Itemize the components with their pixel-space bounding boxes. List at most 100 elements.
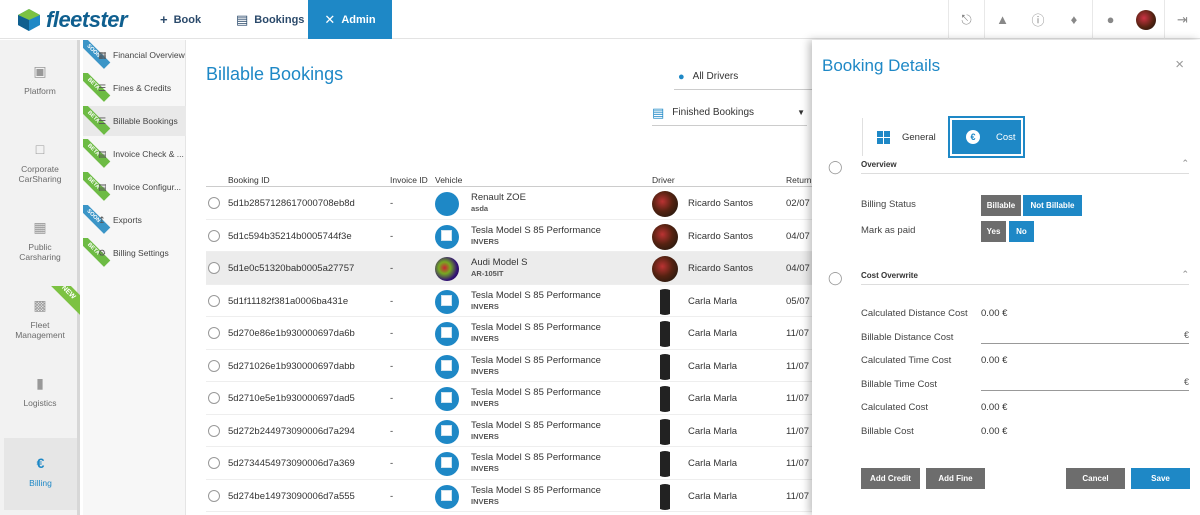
- col-booking-id[interactable]: Booking ID: [228, 175, 270, 185]
- driver-avatar: [652, 321, 678, 347]
- add-fine-button[interactable]: Add Fine: [926, 468, 985, 489]
- subnav-label: Financial Overview: [113, 50, 185, 60]
- billing-subnav: SOON ▦ Financial Overview BETA ☰ Fines &…: [83, 40, 186, 515]
- row-select-radio[interactable]: [208, 457, 220, 469]
- vehicle-name-cell: Tesla Model S 85 Performance: [471, 354, 601, 366]
- subnav-financial-overview[interactable]: SOON ▦ Financial Overview: [83, 40, 186, 70]
- globe-icon[interactable]: ●: [1092, 0, 1128, 39]
- invoice-id-cell: -: [390, 490, 394, 502]
- driver-name-cell: Carla Marla: [688, 393, 738, 404]
- alert-triangle-icon[interactable]: ▲: [984, 0, 1020, 39]
- close-icon[interactable]: ×: [1175, 56, 1184, 73]
- row-select-radio[interactable]: [208, 294, 220, 307]
- user-avatar[interactable]: [1128, 0, 1164, 39]
- vehicle-plate-cell: AR-105IT: [471, 269, 504, 278]
- logo-text: fleetster: [46, 7, 128, 32]
- row-select-radio[interactable]: [208, 359, 220, 372]
- table-row[interactable]: 5d1e0c51320bab0005a27757 - Audi Model S AR-…: [206, 252, 812, 285]
- leftnav-billing[interactable]: € Billing: [4, 438, 77, 510]
- col-vehicle[interactable]: Vehicle: [435, 175, 462, 185]
- no-button[interactable]: No: [1009, 221, 1034, 242]
- leftnav-public-carsharing[interactable]: ▦ Public Carsharing: [0, 220, 80, 262]
- nav-admin[interactable]: ✕ Admin: [308, 0, 392, 39]
- row-select-radio[interactable]: [208, 424, 220, 437]
- avatar: [1136, 9, 1156, 30]
- top-bar: fleetster + Book ▤ Bookings ✕ Admin ⎋ ▲ …: [0, 0, 1200, 39]
- subnav-invoice-configuration[interactable]: BETA ▤ Invoice Configur...: [83, 172, 186, 202]
- subnav-fines-credits[interactable]: BETA ☰ Fines & Credits: [83, 73, 186, 103]
- vehicle-plate-cell: INVERS: [471, 366, 499, 376]
- return-cell: 02/07: [786, 198, 810, 209]
- download-icon[interactable]: ⎋: [948, 0, 984, 39]
- chevron-up-icon[interactable]: ⌃: [1181, 269, 1189, 280]
- tab-cost[interactable]: € Cost: [948, 116, 1025, 158]
- col-return[interactable]: Return: [786, 175, 812, 185]
- table-row[interactable]: 5d271026e1b930000697dabb - Tesla Model S 8…: [206, 350, 812, 382]
- table-row[interactable]: 5d1b2857128617000708eb8d - Renault ZOE asda…: [206, 187, 812, 220]
- booking-id-cell: 5d270e86e1b930000697da6b: [228, 328, 355, 339]
- beta-ribbon: BETA: [83, 238, 111, 267]
- drivers-filter[interactable]: ● All Drivers: [674, 64, 814, 90]
- row-select-radio[interactable]: [208, 197, 220, 209]
- overview-section-header[interactable]: Overview ⌃: [861, 158, 1189, 174]
- vehicle-plate-cell: INVERS: [471, 464, 499, 473]
- billable-distance-input[interactable]: €: [981, 330, 1189, 344]
- subnav-billable-bookings[interactable]: BETA ☰ Billable Bookings: [83, 106, 186, 136]
- vehicle-plate-cell: asda: [471, 204, 489, 213]
- billable-time-input[interactable]: €: [981, 377, 1189, 391]
- driver-name-cell: Carla Marla: [688, 458, 738, 469]
- euro-icon: €: [36, 455, 45, 471]
- save-button[interactable]: Save: [1131, 468, 1190, 489]
- table-row[interactable]: 5d2734454973090006d7a369 - Tesla Model S 8…: [206, 447, 812, 480]
- row-select-radio[interactable]: [208, 489, 220, 502]
- calc-time-label: Calculated Time Cost: [861, 355, 952, 366]
- top-icon-bar: ⎋ ▲ ⓘ ♦ ● ⇥: [948, 0, 1200, 39]
- leftnav-logistics[interactable]: ▮ Logistics: [0, 376, 80, 408]
- calc-time-value: 0.00 €: [981, 355, 1008, 366]
- col-driver[interactable]: Driver: [652, 175, 675, 185]
- table-row[interactable]: 5d274be14973090006d7a555 - Tesla Model S 8…: [206, 480, 812, 512]
- bookings-filter-select[interactable]: ▤ Finished Bookings ▼: [652, 100, 807, 126]
- yes-button[interactable]: Yes: [981, 221, 1006, 242]
- billable-time-label: Billable Time Cost: [861, 379, 938, 390]
- subnav-exports[interactable]: SOON ↥ Exports: [83, 205, 186, 235]
- leftnav-corporate-carsharing[interactable]: □ Corporate CarSharing: [0, 142, 80, 184]
- billable-button[interactable]: Billable: [981, 195, 1021, 216]
- coins-icon: ◯: [828, 159, 843, 174]
- leftnav-fleet-management[interactable]: NEW ▩ Fleet Management: [0, 286, 80, 346]
- row-select-radio[interactable]: [208, 327, 220, 339]
- coins-euro-icon: ◯: [828, 270, 843, 285]
- table-row[interactable]: 5d272b244973090006d7a294 - Tesla Model S 8…: [206, 415, 812, 447]
- nav-bookings[interactable]: ▤ Bookings: [236, 0, 306, 39]
- logout-icon[interactable]: ⇥: [1164, 0, 1200, 39]
- return-cell: 11/07: [786, 490, 810, 502]
- vehicle-image-icon: [435, 387, 459, 411]
- billable-distance-label: Billable Distance Cost: [861, 332, 954, 343]
- row-select-radio[interactable]: [208, 229, 220, 242]
- leftnav-platform[interactable]: ▣ Platform: [0, 64, 80, 96]
- table-row[interactable]: 5d270e86e1b930000697da6b - Tesla Model S 8…: [206, 317, 812, 350]
- row-select-radio[interactable]: [208, 262, 220, 274]
- tab-general[interactable]: General: [862, 118, 950, 156]
- vehicle-name-cell: Tesla Model S 85 Performance: [471, 452, 601, 463]
- table-row[interactable]: 5d2710e5e1b930000697dad5 - Tesla Model S 8…: [206, 382, 812, 415]
- table-row[interactable]: 5d1c594b35214b0005744f3e - Tesla Model S 8…: [206, 220, 812, 252]
- col-invoice-id[interactable]: Invoice ID: [390, 175, 428, 185]
- beta-ribbon: BETA: [83, 106, 111, 135]
- chevron-up-icon[interactable]: ⌃: [1181, 158, 1189, 169]
- nav-book[interactable]: + Book: [160, 0, 210, 39]
- not-billable-button[interactable]: Not Billable: [1023, 195, 1082, 216]
- table-row[interactable]: 5d1f11182f381a0006ba431e - Tesla Model S 8…: [206, 285, 812, 317]
- fleetster-logo[interactable]: fleetster: [16, 7, 128, 32]
- cancel-button[interactable]: Cancel: [1066, 468, 1125, 489]
- subnav-billing-settings[interactable]: BETA ⚙ Billing Settings: [83, 238, 186, 268]
- invoice-icon: ▤: [98, 148, 107, 159]
- info-icon[interactable]: ⓘ: [1020, 0, 1056, 39]
- invoice-id-cell: -: [390, 360, 394, 372]
- cost-overwrite-section-header[interactable]: Cost Overwrite ⌃: [861, 269, 1189, 285]
- add-credit-button[interactable]: Add Credit: [861, 468, 920, 489]
- subnav-invoice-check[interactable]: BETA ▤ Invoice Check & ...: [83, 139, 186, 169]
- bell-icon[interactable]: ♦: [1056, 0, 1092, 39]
- row-select-radio[interactable]: [208, 392, 220, 404]
- page-title: Billable Bookings: [206, 64, 344, 84]
